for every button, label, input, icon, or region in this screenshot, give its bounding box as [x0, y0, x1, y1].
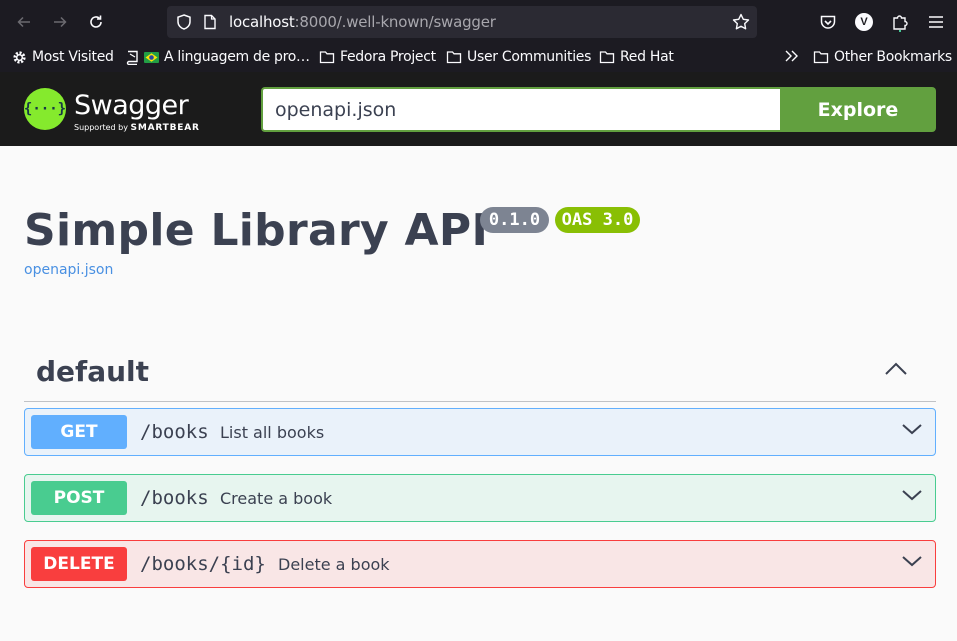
- version-badge: 0.1.0: [480, 207, 549, 233]
- explore-button[interactable]: Explore: [780, 87, 936, 132]
- pocket-button[interactable]: [816, 10, 840, 34]
- bookmark-other-bookmarks[interactable]: Other Bookmarks: [813, 49, 952, 65]
- double-chevron-right-icon: [785, 50, 798, 62]
- operation-delete-book[interactable]: DELETE /books/{id} Delete a book: [24, 540, 936, 588]
- bookmark-star-icon[interactable]: [731, 12, 751, 32]
- swagger-braces-icon: {···}: [24, 88, 66, 130]
- back-button[interactable]: [11, 9, 37, 35]
- puzzle-icon: [893, 15, 908, 32]
- account-button[interactable]: V: [852, 10, 876, 34]
- chevron-down-icon[interactable]: [901, 487, 923, 503]
- tag-section-header[interactable]: default: [24, 345, 936, 402]
- folder-icon: [319, 51, 335, 64]
- hamburger-icon: [929, 16, 943, 28]
- method-badge: GET: [31, 415, 127, 449]
- extensions-button[interactable]: [888, 10, 912, 34]
- bookmark-red-hat[interactable]: Red Hat: [599, 49, 674, 65]
- bookmark-most-visited[interactable]: Most Visited: [12, 49, 114, 65]
- operation-get-books[interactable]: GET /books List all books: [24, 408, 936, 456]
- bookmark-label: Fedora Project: [340, 49, 436, 65]
- spec-link[interactable]: openapi.json: [24, 262, 113, 278]
- bookmark-label: Red Hat: [620, 49, 674, 65]
- book-icon: [126, 50, 138, 65]
- folder-icon: [599, 51, 615, 64]
- operation-path: /books/{id}: [140, 553, 266, 575]
- bookmark-label: A linguagem de pro…: [164, 49, 310, 65]
- swagger-logo[interactable]: {···} Swagger Supported by SMARTBEAR: [24, 86, 199, 134]
- bookmark-user-communities[interactable]: User Communities: [446, 49, 591, 65]
- logo-tagline: Supported by SMARTBEAR: [74, 123, 200, 133]
- bookmarks-bar: Most Visited A linguagem de pro… Fedora …: [0, 44, 957, 72]
- operation-summary: Create a book: [220, 489, 333, 508]
- oas-badge: OAS 3.0: [555, 207, 640, 233]
- operation-path: /books: [140, 421, 209, 443]
- method-badge: DELETE: [31, 547, 127, 581]
- operation-path: /books: [140, 487, 209, 509]
- menu-button[interactable]: [924, 10, 948, 34]
- logo-wordmark: Swagger: [74, 90, 189, 121]
- arrow-left-icon: [17, 16, 30, 28]
- tag-name: default: [36, 355, 150, 388]
- shield-icon[interactable]: [175, 13, 193, 31]
- bookmark-fedora[interactable]: Fedora Project: [319, 49, 436, 65]
- forward-button[interactable]: [47, 9, 73, 35]
- browser-toolbar: localhost:8000/.well-known/swagger V: [0, 0, 957, 44]
- url-text: localhost:8000/.well-known/swagger: [229, 13, 496, 31]
- bookmark-label: User Communities: [467, 49, 592, 65]
- operation-post-books[interactable]: POST /books Create a book: [24, 474, 936, 522]
- spec-url-input[interactable]: openapi.json: [261, 87, 781, 132]
- address-bar[interactable]: localhost:8000/.well-known/swagger: [167, 6, 757, 38]
- chevron-up-icon[interactable]: [884, 361, 908, 377]
- gear-icon: [13, 50, 26, 64]
- brazil-flag-icon: [144, 51, 159, 63]
- avatar: V: [855, 13, 873, 31]
- folder-icon: [446, 51, 462, 64]
- bookmark-label: Most Visited: [32, 49, 114, 65]
- bookmark-label: Other Bookmarks: [834, 49, 952, 65]
- operation-summary: Delete a book: [278, 555, 390, 574]
- bookmarks-overflow-button[interactable]: [784, 49, 800, 63]
- arrow-right-icon: [54, 16, 67, 28]
- reload-button[interactable]: [83, 9, 109, 35]
- pocket-icon: [820, 15, 836, 29]
- chevron-down-icon[interactable]: [901, 421, 923, 437]
- api-title: Simple Library API: [24, 205, 489, 256]
- chevron-down-icon[interactable]: [901, 553, 923, 569]
- folder-icon: [813, 51, 829, 64]
- operation-summary: List all books: [220, 423, 325, 442]
- reload-icon: [90, 15, 102, 28]
- bookmark-linguagem[interactable]: A linguagem de pro…: [125, 49, 310, 65]
- page-icon: [204, 14, 216, 30]
- method-badge: POST: [31, 481, 127, 515]
